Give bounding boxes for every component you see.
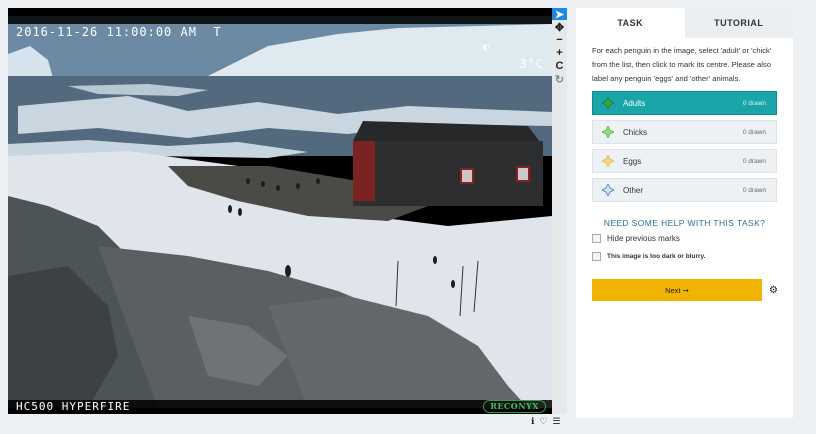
camera-timestamp: 2016-11-26 11:00:00 AM T bbox=[16, 25, 222, 39]
choice-eggs[interactable]: Eggs 0 drawn bbox=[592, 149, 777, 174]
info-icon[interactable]: ℹ bbox=[531, 416, 534, 427]
choice-list: Adults 0 drawn Chicks 0 drawn Eggs 0 dra… bbox=[592, 91, 777, 203]
choice-count: 0 drawn bbox=[742, 99, 766, 107]
subject-image-viewer[interactable]: 2016-11-26 11:00:00 AM T ◐ 3°C HC500 HYP… bbox=[8, 8, 552, 414]
checkbox-box[interactable] bbox=[592, 251, 601, 261]
choice-adults[interactable]: Adults 0 drawn bbox=[592, 91, 777, 116]
camera-info-bar: 2016-11-26 11:00:00 AM T ◐ 3°C bbox=[8, 8, 552, 71]
camera-model-bar: HC500 HYPERFIRE RECONYX bbox=[8, 400, 552, 414]
reconyx-logo: RECONYX bbox=[483, 400, 546, 413]
help-link[interactable]: NEED SOME HELP WITH THIS TASK? bbox=[576, 218, 793, 228]
choice-count: 0 drawn bbox=[742, 128, 766, 136]
reset-icon[interactable]: C bbox=[552, 60, 567, 72]
tab-tutorial[interactable]: TUTORIAL bbox=[684, 8, 793, 38]
rotate-icon[interactable]: ↻ bbox=[552, 73, 567, 86]
choice-other[interactable]: Other 0 drawn bbox=[592, 178, 777, 203]
zoom-in-icon[interactable]: + bbox=[552, 47, 567, 59]
move-icon[interactable]: ✥ bbox=[552, 21, 567, 34]
too-dark-checkbox[interactable]: This image is too dark or blurry. bbox=[592, 250, 777, 262]
pointer-icon[interactable]: ➤ bbox=[552, 8, 567, 21]
choice-chicks[interactable]: Chicks 0 drawn bbox=[592, 120, 777, 145]
camera-temperature: 3°C bbox=[519, 57, 544, 71]
choice-label: Other bbox=[623, 185, 644, 195]
too-dark-label: This image is too dark or blurry. bbox=[607, 252, 706, 260]
crosshair-icon bbox=[593, 126, 623, 139]
choice-count: 0 drawn bbox=[742, 157, 766, 165]
crosshair-icon bbox=[593, 184, 623, 197]
checkbox-box[interactable] bbox=[592, 233, 601, 243]
subject-meta-tools: ℹ ♡ ☰ bbox=[531, 416, 561, 427]
heart-icon[interactable]: ♡ bbox=[539, 416, 547, 427]
tab-task[interactable]: TASK bbox=[576, 8, 685, 38]
next-row: Next ➞ ⚙ bbox=[592, 279, 782, 301]
choice-label: Eggs bbox=[623, 156, 642, 166]
choice-count: 0 drawn bbox=[742, 186, 766, 194]
camera-model: HC500 HYPERFIRE bbox=[16, 400, 131, 413]
choice-label: Adults bbox=[623, 98, 646, 108]
next-button[interactable]: Next ➞ bbox=[592, 279, 762, 301]
penguin-camera-photo[interactable] bbox=[8, 16, 552, 408]
image-toolbar: ➤ ✥ − + C ↻ bbox=[552, 8, 567, 414]
moon-phase-icon: ◐ bbox=[483, 42, 491, 53]
task-panel: TASK TUTORIAL For each penguin in the im… bbox=[576, 8, 793, 418]
hide-marks-checkbox[interactable]: Hide previous marks bbox=[592, 232, 777, 244]
crosshair-icon bbox=[593, 155, 623, 168]
task-tabs: TASK TUTORIAL bbox=[576, 8, 793, 38]
choice-label: Chicks bbox=[623, 127, 648, 137]
zoom-out-icon[interactable]: − bbox=[552, 34, 567, 46]
task-instructions: For each penguin in the image, select 'a… bbox=[592, 46, 772, 83]
gear-icon[interactable]: ⚙ bbox=[769, 285, 778, 296]
crosshair-icon bbox=[593, 97, 623, 110]
hide-marks-label: Hide previous marks bbox=[607, 233, 680, 243]
list-icon[interactable]: ☰ bbox=[553, 416, 561, 427]
